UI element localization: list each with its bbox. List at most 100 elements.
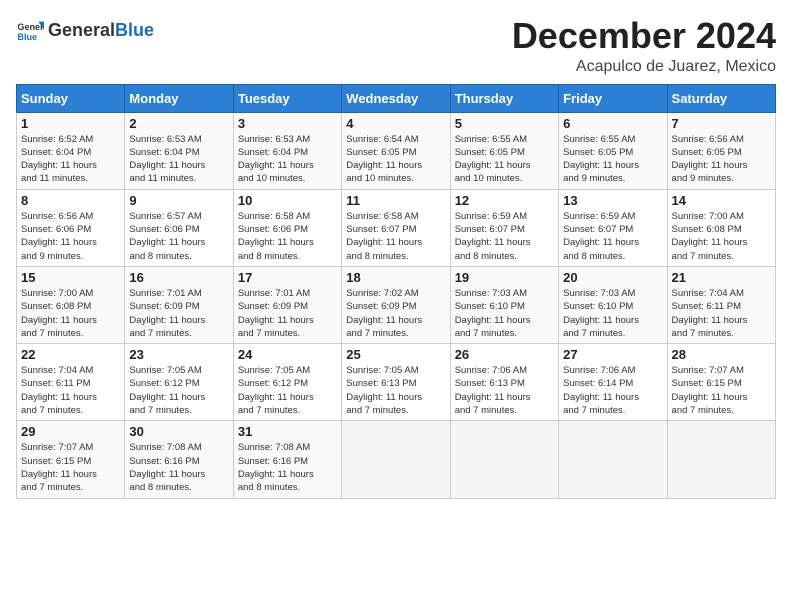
day-number: 17 (238, 270, 337, 285)
calendar-cell: 13 Sunrise: 6:59 AMSunset: 6:07 PMDayligh… (559, 189, 667, 266)
calendar-cell: 5Sunrise: 6:55 AMSunset: 6:05 PMDaylight… (450, 112, 558, 189)
day-details: Sunrise: 7:01 AMSunset: 6:09 PMDaylight:… (238, 287, 337, 340)
calendar-cell: 19Sunrise: 7:03 AMSunset: 6:10 PMDayligh… (450, 266, 558, 343)
day-number: 21 (672, 270, 771, 285)
day-details: Sunrise: 7:00 AMSunset: 6:08 PMDaylight:… (21, 287, 120, 340)
day-number: 20 (563, 270, 662, 285)
calendar-cell: 29 Sunrise: 7:07 AMSunset: 6:15 PMDayligh… (17, 421, 125, 498)
calendar-week-row: 1Sunrise: 6:52 AMSunset: 6:04 PMDaylight… (17, 112, 776, 189)
calendar-cell: 4 Sunrise: 6:54 AMSunset: 6:05 PMDaylight… (342, 112, 450, 189)
calendar-cell (667, 421, 775, 498)
day-number: 2 (129, 116, 228, 131)
calendar-cell: 28 Sunrise: 7:07 AMSunset: 6:15 PMDayligh… (667, 344, 775, 421)
day-number: 29 (21, 424, 120, 439)
day-details: Sunrise: 6:57 AMSunset: 6:06 PMDaylight:… (129, 210, 228, 263)
logo-general: General (48, 20, 115, 41)
calendar-cell: 2 Sunrise: 6:53 AMSunset: 6:04 PMDaylight… (125, 112, 233, 189)
location-title: Acapulco de Juarez, Mexico (512, 58, 776, 76)
day-details: Sunrise: 7:00 AMSunset: 6:08 PMDaylight:… (672, 210, 771, 263)
calendar-cell: 23 Sunrise: 7:05 AMSunset: 6:12 PMDayligh… (125, 344, 233, 421)
logo: General Blue GeneralBlue (16, 16, 154, 44)
day-details: Sunrise: 6:55 AMSunset: 6:05 PMDaylight:… (455, 133, 554, 186)
day-header-sunday: Sunday (17, 84, 125, 112)
day-number: 9 (129, 193, 228, 208)
day-details: Sunrise: 7:04 AMSunset: 6:11 PMDaylight:… (21, 364, 120, 417)
day-number: 6 (563, 116, 662, 131)
calendar-cell: 1Sunrise: 6:52 AMSunset: 6:04 PMDaylight… (17, 112, 125, 189)
day-details: Sunrise: 7:08 AMSunset: 6:16 PMDaylight:… (129, 441, 228, 494)
day-number: 10 (238, 193, 337, 208)
calendar-week-row: 8Sunrise: 6:56 AMSunset: 6:06 PMDaylight… (17, 189, 776, 266)
day-number: 22 (21, 347, 120, 362)
calendar-cell: 12 Sunrise: 6:59 AMSunset: 6:07 PMDayligh… (450, 189, 558, 266)
day-number: 16 (129, 270, 228, 285)
day-number: 7 (672, 116, 771, 131)
day-details: Sunrise: 6:54 AMSunset: 6:05 PMDaylight:… (346, 133, 445, 186)
day-number: 13 (563, 193, 662, 208)
day-number: 24 (238, 347, 337, 362)
calendar-cell: 15 Sunrise: 7:00 AMSunset: 6:08 PMDayligh… (17, 266, 125, 343)
calendar-cell: 6 Sunrise: 6:55 AMSunset: 6:05 PMDaylight… (559, 112, 667, 189)
day-details: Sunrise: 7:02 AMSunset: 6:09 PMDaylight:… (346, 287, 445, 340)
calendar-cell: 18 Sunrise: 7:02 AMSunset: 6:09 PMDayligh… (342, 266, 450, 343)
day-number: 4 (346, 116, 445, 131)
title-area: December 2024 Acapulco de Juarez, Mexico (512, 16, 776, 76)
calendar-cell: 3Sunrise: 6:53 AMSunset: 6:04 PMDaylight… (233, 112, 341, 189)
logo-icon: General Blue (16, 16, 44, 44)
day-number: 23 (129, 347, 228, 362)
calendar-cell: 31Sunrise: 7:08 AMSunset: 6:16 PMDayligh… (233, 421, 341, 498)
calendar-cell: 24Sunrise: 7:05 AMSunset: 6:12 PMDayligh… (233, 344, 341, 421)
logo-blue: Blue (115, 20, 154, 41)
day-header-thursday: Thursday (450, 84, 558, 112)
day-number: 25 (346, 347, 445, 362)
calendar-cell: 27 Sunrise: 7:06 AMSunset: 6:14 PMDayligh… (559, 344, 667, 421)
calendar-cell (342, 421, 450, 498)
calendar-cell: 25Sunrise: 7:05 AMSunset: 6:13 PMDayligh… (342, 344, 450, 421)
calendar-cell: 30 Sunrise: 7:08 AMSunset: 6:16 PMDayligh… (125, 421, 233, 498)
day-header-wednesday: Wednesday (342, 84, 450, 112)
day-number: 14 (672, 193, 771, 208)
day-details: Sunrise: 6:58 AMSunset: 6:06 PMDaylight:… (238, 210, 337, 263)
day-number: 11 (346, 193, 445, 208)
day-details: Sunrise: 7:07 AMSunset: 6:15 PMDaylight:… (21, 441, 120, 494)
calendar-cell: 10 Sunrise: 6:58 AMSunset: 6:06 PMDayligh… (233, 189, 341, 266)
day-header-saturday: Saturday (667, 84, 775, 112)
day-details: Sunrise: 7:05 AMSunset: 6:12 PMDaylight:… (129, 364, 228, 417)
calendar-week-row: 22 Sunrise: 7:04 AMSunset: 6:11 PMDayligh… (17, 344, 776, 421)
day-details: Sunrise: 6:55 AMSunset: 6:05 PMDaylight:… (563, 133, 662, 186)
calendar-cell: 14 Sunrise: 7:00 AMSunset: 6:08 PMDayligh… (667, 189, 775, 266)
day-details: Sunrise: 7:03 AMSunset: 6:10 PMDaylight:… (455, 287, 554, 340)
page-header: General Blue GeneralBlue December 2024 A… (16, 16, 776, 76)
day-number: 27 (563, 347, 662, 362)
day-details: Sunrise: 7:08 AMSunset: 6:16 PMDaylight:… (238, 441, 337, 494)
day-number: 18 (346, 270, 445, 285)
day-details: Sunrise: 7:03 AMSunset: 6:10 PMDaylight:… (563, 287, 662, 340)
day-details: Sunrise: 7:01 AMSunset: 6:09 PMDaylight:… (129, 287, 228, 340)
calendar-week-row: 15 Sunrise: 7:00 AMSunset: 6:08 PMDayligh… (17, 266, 776, 343)
calendar-cell: 17 Sunrise: 7:01 AMSunset: 6:09 PMDayligh… (233, 266, 341, 343)
day-details: Sunrise: 6:58 AMSunset: 6:07 PMDaylight:… (346, 210, 445, 263)
day-header-tuesday: Tuesday (233, 84, 341, 112)
day-details: Sunrise: 6:59 AMSunset: 6:07 PMDaylight:… (455, 210, 554, 263)
day-number: 30 (129, 424, 228, 439)
day-header-monday: Monday (125, 84, 233, 112)
day-details: Sunrise: 7:06 AMSunset: 6:14 PMDaylight:… (563, 364, 662, 417)
calendar-cell: 16 Sunrise: 7:01 AMSunset: 6:09 PMDayligh… (125, 266, 233, 343)
day-details: Sunrise: 6:56 AMSunset: 6:06 PMDaylight:… (21, 210, 120, 263)
day-number: 28 (672, 347, 771, 362)
calendar-cell (450, 421, 558, 498)
day-details: Sunrise: 6:59 AMSunset: 6:07 PMDaylight:… (563, 210, 662, 263)
calendar-header-row: SundayMondayTuesdayWednesdayThursdayFrid… (17, 84, 776, 112)
calendar-cell: 20 Sunrise: 7:03 AMSunset: 6:10 PMDayligh… (559, 266, 667, 343)
day-number: 12 (455, 193, 554, 208)
day-number: 15 (21, 270, 120, 285)
calendar-cell (559, 421, 667, 498)
month-title: December 2024 (512, 16, 776, 56)
day-number: 26 (455, 347, 554, 362)
day-header-friday: Friday (559, 84, 667, 112)
calendar-week-row: 29 Sunrise: 7:07 AMSunset: 6:15 PMDayligh… (17, 421, 776, 498)
calendar-cell: 9 Sunrise: 6:57 AMSunset: 6:06 PMDaylight… (125, 189, 233, 266)
day-details: Sunrise: 6:53 AMSunset: 6:04 PMDaylight:… (129, 133, 228, 186)
day-details: Sunrise: 7:07 AMSunset: 6:15 PMDaylight:… (672, 364, 771, 417)
day-details: Sunrise: 6:53 AMSunset: 6:04 PMDaylight:… (238, 133, 337, 186)
